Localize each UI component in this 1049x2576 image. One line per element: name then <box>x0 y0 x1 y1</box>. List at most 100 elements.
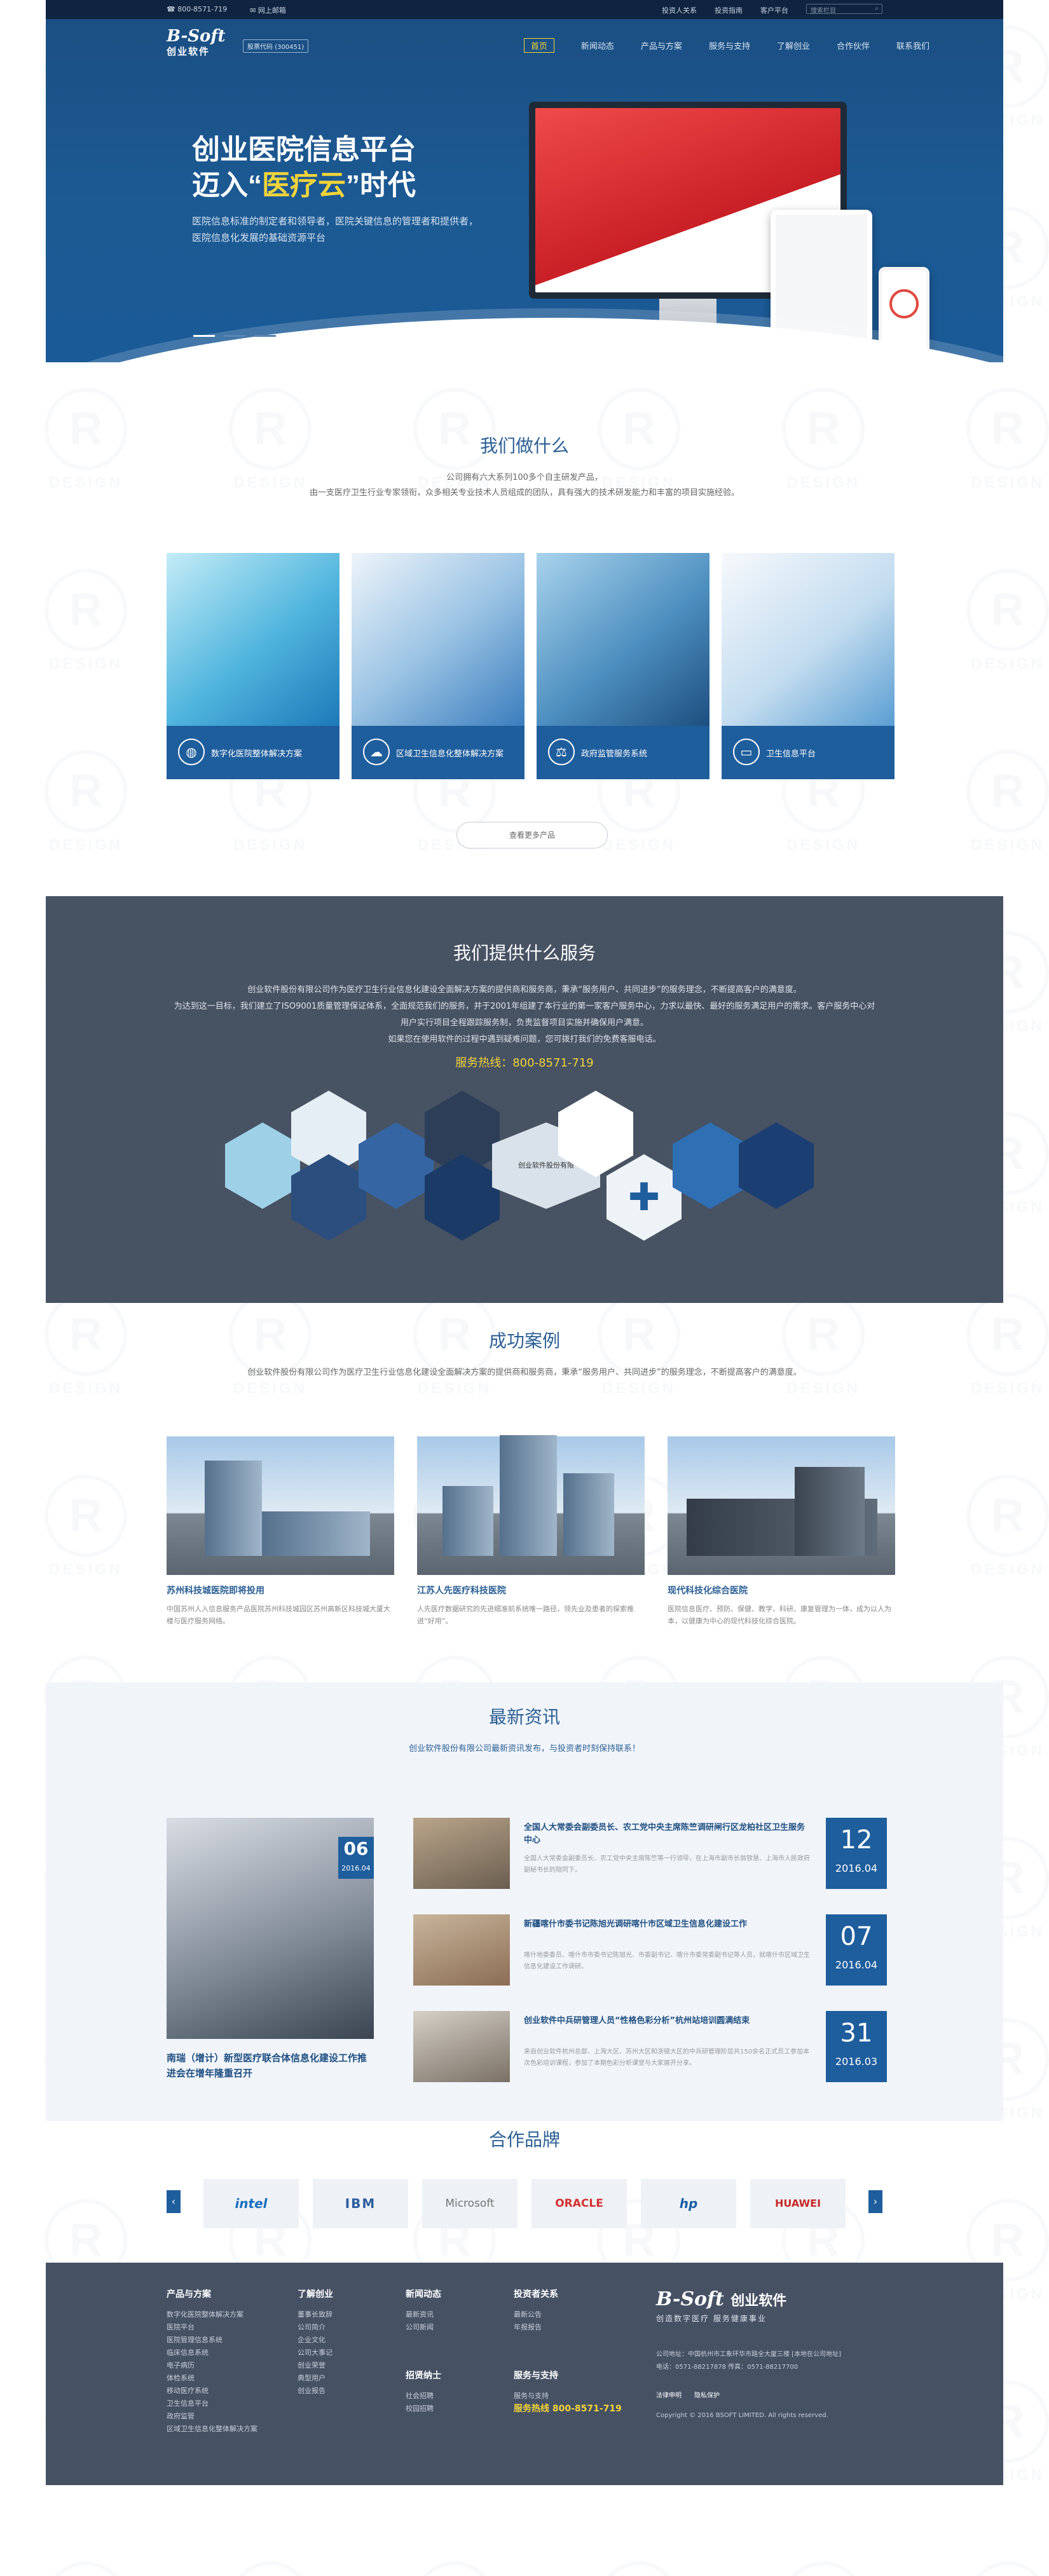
footer-link[interactable]: 年报报告 <box>514 2321 558 2334</box>
case-card[interactable]: 苏州科技城医院即将投用 中国苏州人入信息服务产品医院苏州科技城园区苏州高新区科技… <box>167 1436 394 1627</box>
footer-hotline: 服务热线 800-8571-719 <box>514 2404 622 2414</box>
footer-legal-links: 法律申明 隐私保护 <box>656 2390 720 2399</box>
footer-link[interactable]: 电子病历 <box>167 2359 257 2372</box>
footer-link[interactable]: 公司新闻 <box>406 2321 441 2334</box>
nav-item-home[interactable]: 首页 <box>523 38 554 53</box>
nav-item-contact[interactable]: 联系我们 <box>896 39 929 53</box>
product-card[interactable]: 卫生信息平台 ▭ <box>722 553 895 779</box>
partner-logo-oracle[interactable]: ORACLE <box>531 2179 627 2228</box>
more-products-button[interactable]: 查看更多产品 <box>456 822 608 848</box>
search-icon[interactable]: ⌕ <box>875 5 879 12</box>
footer-link[interactable]: 创业报告 <box>298 2385 333 2397</box>
footer: 产品与方案 数字化医院整体解决方案 医院平台 医院管理信息系统 临床信息系统 电子病历体… <box>46 2263 1003 2485</box>
footer-link[interactable]: 区域卫生信息化整体解决方案 <box>167 2423 257 2436</box>
case-card[interactable]: 江苏人先医疗科技医院 人先医疗数据研究的先进细准前系统唯一路径，领先业及患者的探… <box>417 1435 645 1627</box>
case-image <box>167 1436 394 1575</box>
product-card[interactable]: 数字化医院整体解决方案 ◍ <box>167 553 339 779</box>
partner-logo-microsoft[interactable]: Microsoft <box>422 2179 518 2228</box>
watermark-tile: RDESIGN <box>401 2561 509 2576</box>
hex-image <box>425 1154 500 1241</box>
footer-link[interactable]: 典型用户 <box>298 2372 333 2385</box>
cloud-plus-icon: ☁ <box>363 739 390 765</box>
watermark-tile: RDESIGN <box>216 2561 324 2576</box>
footer-link[interactable]: 公司大事记 <box>298 2347 333 2359</box>
footer-link[interactable]: 医院管理信息系统 <box>167 2334 257 2347</box>
nav-item-services[interactable]: 服务与支持 <box>709 39 750 53</box>
footer-col-about: 了解创业 董事长致辞 公司简介 企业文化 公司大事记 创业荣誉 典型用户 创业报告 <box>298 2288 333 2397</box>
footer-link[interactable]: 移动医疗系统 <box>167 2385 257 2397</box>
footer-link[interactable]: 创业荣誉 <box>298 2359 333 2372</box>
footer-brand: B-Soft 创业软件 创造数字医疗 服务健康事业 <box>656 2288 787 2323</box>
featured-news-date: 06 2016.04 <box>338 1837 374 1879</box>
partner-logo-ibm[interactable]: IBM <box>313 2179 408 2228</box>
slider-dot[interactable] <box>254 335 276 337</box>
slider-dot[interactable] <box>224 335 245 337</box>
news-date: 31 2016.03 <box>826 2011 887 2082</box>
footer-link[interactable]: 最新资讯 <box>406 2308 441 2321</box>
footer-logo[interactable]: B-Soft 创业软件 <box>656 2288 786 2310</box>
nav-item-about[interactable]: 了解创业 <box>777 39 810 53</box>
partner-logo-intel[interactable]: intel <box>203 2179 299 2228</box>
news-item[interactable]: 全国人大常委会副委员长、农工党中央主席陈竺调研闸行区龙柏社区卫生服务中心 全国人… <box>413 1818 887 1889</box>
news-item[interactable]: 创业软件中兵研管理人员“性格色彩分析”杭州站培训圆满结束 来自创业软件杭州总部、… <box>413 2011 887 2082</box>
monitor-network-icon: ▭ <box>733 739 760 765</box>
privacy-link[interactable]: 隐私保护 <box>694 2390 720 2399</box>
footer-link[interactable]: 医院平台 <box>167 2321 257 2334</box>
news-item[interactable]: 新疆喀什市委书记陈旭光调研喀什市区域卫生信息化建设工作 喀什地委委员、喀什市市委… <box>413 1914 887 1986</box>
product-card[interactable]: 政府监管服务系统 ⚖ <box>537 553 710 779</box>
watermark-tile: RDESIGN <box>769 2561 877 2576</box>
watermark-tile: RDESIGN <box>954 1475 1049 1579</box>
section-title-cases: 成功案例 <box>488 1331 560 1351</box>
watermark-tile: RDESIGN <box>954 750 1049 854</box>
carousel-next-button[interactable]: › <box>868 2190 882 2213</box>
partner-logo-huawei[interactable]: HUAWEI <box>750 2179 846 2228</box>
nav-item-partners[interactable]: 合作伙伴 <box>837 39 870 53</box>
footer-link[interactable]: 政府监管 <box>167 2410 257 2423</box>
footer-link[interactable]: 校园招聘 <box>406 2402 441 2415</box>
news-date: 12 2016.04 <box>826 1818 887 1889</box>
carousel-prev-button[interactable]: ‹ <box>167 2190 181 2213</box>
footer-link[interactable]: 临床信息系统 <box>167 2347 257 2359</box>
news-thumbnail <box>413 2011 510 2082</box>
product-card[interactable]: 区域卫生信息化整体解决方案 ☁ <box>352 553 524 779</box>
section-title-what-we-do: 我们做什么 <box>479 436 569 456</box>
partner-logo-hp[interactable]: hp <box>641 2179 736 2228</box>
hex-image <box>359 1122 434 1209</box>
news-thumbnail <box>413 1914 510 1986</box>
slider-dot[interactable] <box>193 335 215 337</box>
case-card[interactable]: 现代科技化综合医院 医院信息医疗、预防、保健、教学、科研、康复管理为一体，成为以… <box>668 1436 895 1627</box>
main-nav: B-Soft 创业软件 股票代码 (300451) 首页 新闻动态 产品与方案 … <box>167 27 929 58</box>
featured-news-title[interactable]: 南瑞（增计）新型医疗联合体信息化建设工作推进会在增年隆重召开 <box>167 2050 374 2081</box>
section-title-partners: 合作品牌 <box>488 2130 560 2150</box>
watermark-tile: RDESIGN <box>954 569 1049 673</box>
case-image <box>668 1436 895 1575</box>
nav-item-news[interactable]: 新闻动态 <box>581 39 614 53</box>
featured-news[interactable]: 06 2016.04 南瑞（增计）新型医疗联合体信息化建设工作推进会在增年隆重召… <box>167 1818 374 2081</box>
hex-image <box>225 1122 300 1209</box>
footer-link[interactable]: 体检系统 <box>167 2372 257 2385</box>
footer-link[interactable]: 卫生信息平台 <box>167 2397 257 2410</box>
hero-description: 医院信息标准的制定者和领导者，医院关键信息的管理者和提供者，医院信息化发展的基础… <box>192 215 479 243</box>
footer-link[interactable]: 服务与支持 <box>514 2390 622 2402</box>
phone-info: ☎ 800-8571-719 <box>167 5 228 13</box>
footer-link[interactable]: 企业文化 <box>298 2334 333 2347</box>
footer-link[interactable]: 董事长致辞 <box>298 2308 333 2321</box>
footer-link[interactable]: 数字化医院整体解决方案 <box>167 2308 257 2321</box>
nav-item-products[interactable]: 产品与方案 <box>641 39 682 53</box>
footer-link[interactable]: 社会招聘 <box>406 2390 441 2402</box>
service-hexagon-collage: 创业软件股份有限 ✚ <box>225 1091 835 1241</box>
topbar-link-guide[interactable]: 投资指南 <box>715 5 743 15</box>
news-subtitle: 创业软件股份有限公司最新资讯发布，与投资者时刻保持联系！ <box>408 1744 640 1754</box>
webmail-link[interactable]: ✉ 网上邮箱 <box>250 5 286 15</box>
topbar-link-investor[interactable]: 投资人关系 <box>662 5 697 15</box>
footer-col-careers: 招贤纳士 社会招聘 校园招聘 <box>406 2369 441 2415</box>
footer-col-products: 产品与方案 数字化医院整体解决方案 医院平台 医院管理信息系统 临床信息系统 电子病历体… <box>167 2288 257 2436</box>
what-we-do-subtitle: 公司拥有六大系列100多个自主研发产品， 由一支医疗卫生行业专家领衔，众多相关专… <box>309 473 739 498</box>
topbar-link-client[interactable]: 客户平台 <box>760 5 788 15</box>
search-input[interactable]: 搜索栏目 ⌕ <box>806 4 882 15</box>
case-image <box>417 1435 645 1575</box>
legal-notice-link[interactable]: 法律申明 <box>656 2390 682 2399</box>
service-hotline: 服务热线：800-8571-719 <box>455 1056 594 1070</box>
footer-link[interactable]: 公司简介 <box>298 2321 333 2334</box>
footer-link[interactable]: 最新公告 <box>514 2308 558 2321</box>
